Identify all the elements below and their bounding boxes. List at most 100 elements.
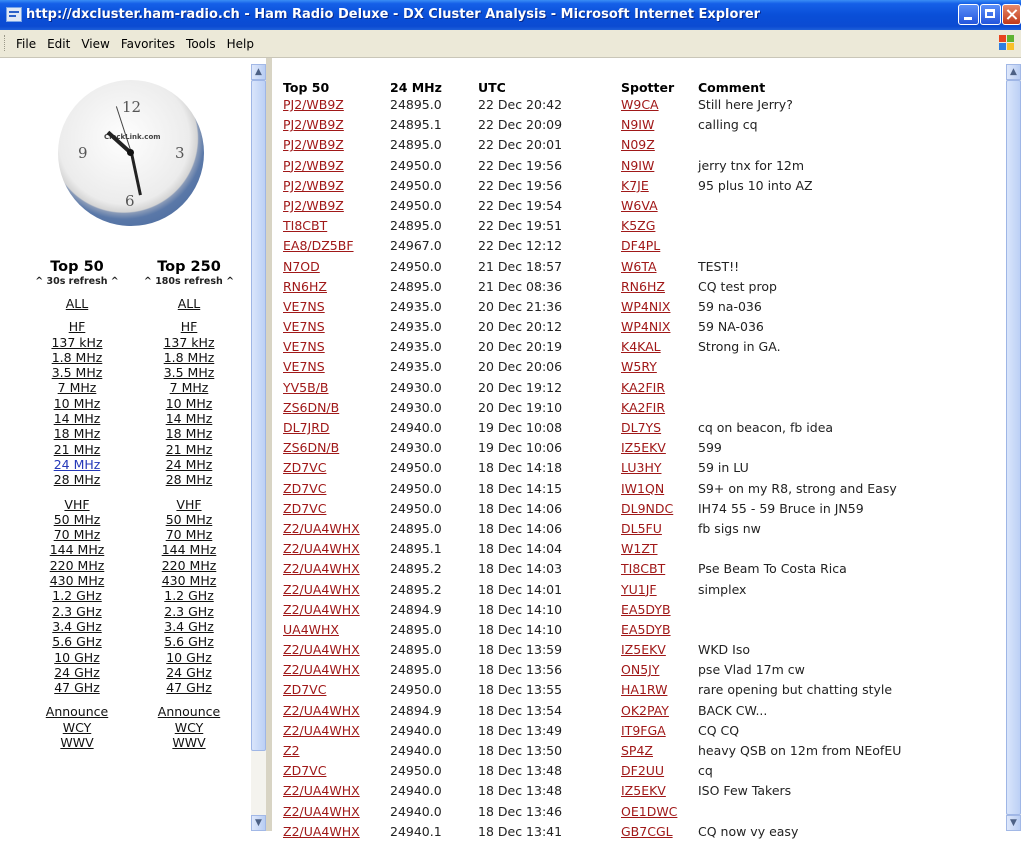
spotter-link[interactable]: EA5DYB bbox=[621, 622, 671, 637]
top50-link-14-mhz[interactable]: 14 MHz bbox=[22, 411, 132, 426]
top250-link-430-mhz[interactable]: 430 MHz bbox=[134, 573, 244, 588]
dx-call-link[interactable]: PJ2/WB9Z bbox=[283, 158, 344, 173]
scroll-up-arrow-icon[interactable]: ▲ bbox=[1006, 64, 1021, 80]
spotter-link[interactable]: N09Z bbox=[621, 137, 655, 152]
scroll-up-arrow-icon[interactable]: ▲ bbox=[251, 64, 266, 80]
spotter-link[interactable]: KA2FIR bbox=[621, 380, 665, 395]
spotter-link[interactable]: W1ZT bbox=[621, 541, 658, 556]
spotter-link[interactable]: W6TA bbox=[621, 259, 657, 274]
top50-link-all[interactable]: ALL bbox=[22, 296, 132, 311]
dx-call-link[interactable]: ZD7VC bbox=[283, 501, 326, 516]
spotter-link[interactable]: W5RY bbox=[621, 359, 657, 374]
top250-link-2-3-ghz[interactable]: 2.3 GHz bbox=[134, 604, 244, 619]
dx-call-link[interactable]: VE7NS bbox=[283, 319, 325, 334]
dx-call-link[interactable]: DL7JRD bbox=[283, 420, 330, 435]
menu-edit[interactable]: Edit bbox=[47, 37, 70, 51]
spotter-link[interactable]: TI8CBT bbox=[621, 561, 665, 576]
dx-call-link[interactable]: EA8/DZ5BF bbox=[283, 238, 354, 253]
top250-link-all[interactable]: ALL bbox=[134, 296, 244, 311]
main-frame-scrollbar[interactable]: ▲ ▼ bbox=[1006, 64, 1021, 831]
dx-call-link[interactable]: Z2 bbox=[283, 743, 300, 758]
top250-link-10-mhz[interactable]: 10 MHz bbox=[134, 396, 244, 411]
top50-link-hf[interactable]: HF bbox=[22, 319, 132, 334]
top250-link-10-ghz[interactable]: 10 GHz bbox=[134, 650, 244, 665]
scroll-thumb[interactable] bbox=[1006, 80, 1021, 815]
top250-link-announce[interactable]: Announce bbox=[134, 704, 244, 719]
top50-link-24-mhz[interactable]: 24 MHz bbox=[22, 457, 132, 472]
dx-call-link[interactable]: Z2/UA4WHX bbox=[283, 602, 360, 617]
spotter-link[interactable]: DL9NDC bbox=[621, 501, 673, 516]
dx-call-link[interactable]: Z2/UA4WHX bbox=[283, 723, 360, 738]
spotter-link[interactable]: W6VA bbox=[621, 198, 658, 213]
scroll-down-arrow-icon[interactable]: ▼ bbox=[251, 815, 266, 831]
top250-link-7-mhz[interactable]: 7 MHz bbox=[134, 380, 244, 395]
top250-link-3-4-ghz[interactable]: 3.4 GHz bbox=[134, 619, 244, 634]
window-titlebar[interactable]: http://dxcluster.ham-radio.ch - Ham Radi… bbox=[0, 0, 1021, 30]
top50-link-50-mhz[interactable]: 50 MHz bbox=[22, 512, 132, 527]
dx-call-link[interactable]: Z2/UA4WHX bbox=[283, 824, 360, 839]
top50-link-1-2-ghz[interactable]: 1.2 GHz bbox=[22, 588, 132, 603]
top250-link-47-ghz[interactable]: 47 GHz bbox=[134, 680, 244, 695]
spotter-link[interactable]: IZ5EKV bbox=[621, 440, 666, 455]
top250-link-3-5-mhz[interactable]: 3.5 MHz bbox=[134, 365, 244, 380]
spotter-link[interactable]: LU3HY bbox=[621, 460, 661, 475]
dx-call-link[interactable]: Z2/UA4WHX bbox=[283, 703, 360, 718]
dx-call-link[interactable]: Z2/UA4WHX bbox=[283, 521, 360, 536]
spotter-link[interactable]: N9IW bbox=[621, 117, 654, 132]
dx-call-link[interactable]: TI8CBT bbox=[283, 218, 327, 233]
spotter-link[interactable]: SP4Z bbox=[621, 743, 653, 758]
top250-link-14-mhz[interactable]: 14 MHz bbox=[134, 411, 244, 426]
top250-link-1-2-ghz[interactable]: 1.2 GHz bbox=[134, 588, 244, 603]
dx-call-link[interactable]: VE7NS bbox=[283, 359, 325, 374]
dx-call-link[interactable]: N7OD bbox=[283, 259, 320, 274]
spotter-link[interactable]: DF2UU bbox=[621, 763, 664, 778]
dx-call-link[interactable]: PJ2/WB9Z bbox=[283, 97, 344, 112]
spotter-link[interactable]: WP4NIX bbox=[621, 319, 670, 334]
dx-call-link[interactable]: Z2/UA4WHX bbox=[283, 541, 360, 556]
spotter-link[interactable]: DL5FU bbox=[621, 521, 662, 536]
scroll-down-arrow-icon[interactable]: ▼ bbox=[1006, 815, 1021, 831]
dx-call-link[interactable]: Z2/UA4WHX bbox=[283, 561, 360, 576]
top50-link-70-mhz[interactable]: 70 MHz bbox=[22, 527, 132, 542]
menu-file[interactable]: File bbox=[16, 37, 36, 51]
spotter-link[interactable]: K4KAL bbox=[621, 339, 661, 354]
top250-link-hf[interactable]: HF bbox=[134, 319, 244, 334]
scroll-thumb[interactable] bbox=[251, 80, 266, 751]
top250-link-137-khz[interactable]: 137 kHz bbox=[134, 335, 244, 350]
top50-link-7-mhz[interactable]: 7 MHz bbox=[22, 380, 132, 395]
spotter-link[interactable]: IT9FGA bbox=[621, 723, 666, 738]
top250-link-vhf[interactable]: VHF bbox=[134, 497, 244, 512]
top250-link-50-mhz[interactable]: 50 MHz bbox=[134, 512, 244, 527]
spotter-link[interactable]: HA1RW bbox=[621, 682, 667, 697]
minimize-button[interactable] bbox=[958, 4, 979, 25]
menu-tools[interactable]: Tools bbox=[186, 37, 216, 51]
dx-call-link[interactable]: YV5B/B bbox=[283, 380, 329, 395]
close-button[interactable] bbox=[1002, 4, 1021, 25]
top250-link-18-mhz[interactable]: 18 MHz bbox=[134, 426, 244, 441]
top50-link-5-6-ghz[interactable]: 5.6 GHz bbox=[22, 634, 132, 649]
dx-call-link[interactable]: Z2/UA4WHX bbox=[283, 804, 360, 819]
dx-call-link[interactable]: Z2/UA4WHX bbox=[283, 642, 360, 657]
top50-link-wwv[interactable]: WWV bbox=[22, 735, 132, 750]
top50-link-47-ghz[interactable]: 47 GHz bbox=[22, 680, 132, 695]
top50-link-137-khz[interactable]: 137 kHz bbox=[22, 335, 132, 350]
top50-link-1-8-mhz[interactable]: 1.8 MHz bbox=[22, 350, 132, 365]
top50-link-wcy[interactable]: WCY bbox=[22, 720, 132, 735]
top250-link-21-mhz[interactable]: 21 MHz bbox=[134, 442, 244, 457]
top50-link-144-mhz[interactable]: 144 MHz bbox=[22, 542, 132, 557]
dx-call-link[interactable]: PJ2/WB9Z bbox=[283, 137, 344, 152]
spotter-link[interactable]: IZ5EKV bbox=[621, 642, 666, 657]
spotter-link[interactable]: N9IW bbox=[621, 158, 654, 173]
dx-call-link[interactable]: PJ2/WB9Z bbox=[283, 178, 344, 193]
spotter-link[interactable]: RN6HZ bbox=[621, 279, 665, 294]
top50-link-18-mhz[interactable]: 18 MHz bbox=[22, 426, 132, 441]
top50-link-24-ghz[interactable]: 24 GHz bbox=[22, 665, 132, 680]
top50-link-announce[interactable]: Announce bbox=[22, 704, 132, 719]
menu-help[interactable]: Help bbox=[227, 37, 254, 51]
top50-link-3-4-ghz[interactable]: 3.4 GHz bbox=[22, 619, 132, 634]
spotter-link[interactable]: GB7CGL bbox=[621, 824, 673, 839]
dx-call-link[interactable]: ZD7VC bbox=[283, 460, 326, 475]
dx-call-link[interactable]: ZS6DN/B bbox=[283, 440, 339, 455]
dx-call-link[interactable]: Z2/UA4WHX bbox=[283, 783, 360, 798]
dx-call-link[interactable]: ZD7VC bbox=[283, 682, 326, 697]
